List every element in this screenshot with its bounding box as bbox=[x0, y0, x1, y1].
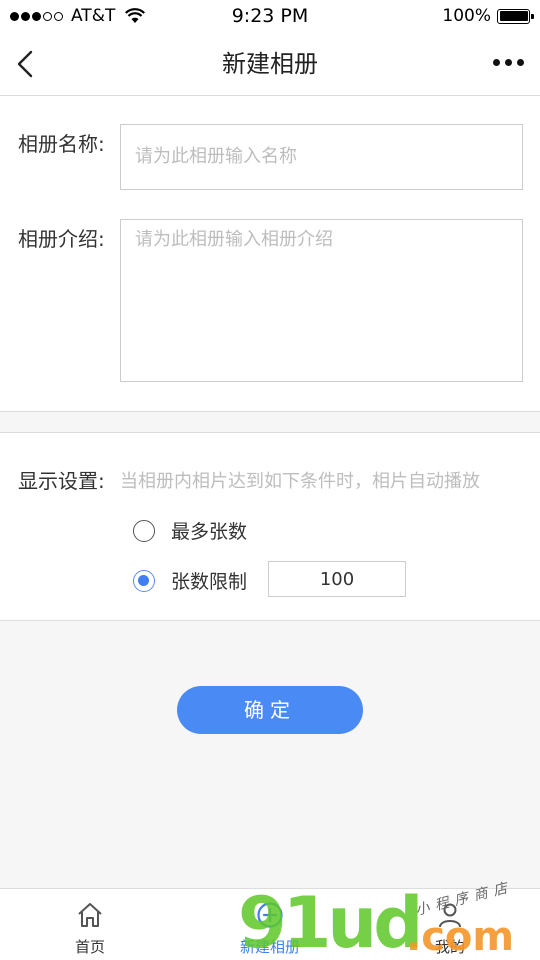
status-right: 100% bbox=[442, 6, 534, 26]
display-settings-label: 显示设置: bbox=[18, 469, 105, 493]
display-settings-hint: 当相册内相片达到如下条件时，相片自动播放 bbox=[120, 471, 480, 492]
tab-home[interactable]: 首页 bbox=[0, 889, 180, 960]
album-name-label: 相册名称: bbox=[18, 132, 105, 156]
radio-button[interactable] bbox=[133, 519, 155, 542]
tab-label: 我的 bbox=[434, 938, 465, 956]
tab-bar: 首页 新建相册 我的 bbox=[0, 888, 540, 960]
count-limit-input[interactable] bbox=[268, 561, 406, 597]
radio-label: 最多张数 bbox=[171, 521, 248, 543]
album-name-input[interactable] bbox=[120, 124, 523, 190]
status-bar: AT&T 9:23 PM 100% bbox=[0, 0, 540, 32]
user-icon bbox=[439, 903, 461, 928]
album-form: 相册名称: 相册介绍: bbox=[0, 96, 540, 412]
tab-label: 新建相册 bbox=[239, 938, 300, 956]
confirm-button[interactable]: 确定 bbox=[177, 686, 363, 734]
radio-count-limit[interactable]: 张数限制 bbox=[133, 567, 247, 594]
radio-max-count[interactable]: 最多张数 bbox=[133, 517, 247, 544]
radio-button-checked[interactable] bbox=[133, 569, 155, 592]
album-intro-label: 相册介绍: bbox=[18, 227, 105, 251]
display-settings: 显示设置: 当相册内相片达到如下条件时，相片自动播放 最多张数 张数限制 bbox=[0, 432, 540, 621]
add-circle-icon bbox=[257, 902, 283, 928]
more-dots-icon[interactable] bbox=[488, 59, 524, 66]
battery-percent: 100% bbox=[442, 6, 491, 26]
radio-label: 张数限制 bbox=[171, 571, 248, 593]
home-icon bbox=[78, 903, 102, 927]
page-title: 新建相册 bbox=[222, 50, 318, 78]
tab-label: 首页 bbox=[74, 938, 105, 956]
album-intro-textarea[interactable] bbox=[120, 219, 523, 382]
battery-icon bbox=[497, 8, 534, 24]
tab-new-album[interactable]: 新建相册 bbox=[180, 889, 360, 960]
navigation-bar: 新建相册 bbox=[0, 32, 540, 96]
tab-profile[interactable]: 我的 bbox=[360, 889, 540, 960]
